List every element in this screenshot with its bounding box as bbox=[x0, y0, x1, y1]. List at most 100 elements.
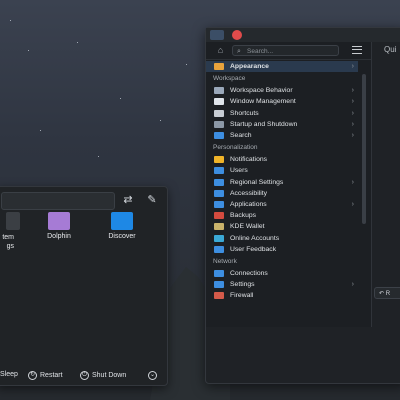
sidebar-item-label: Shortcuts bbox=[230, 109, 259, 117]
sidebar-item-applications[interactable]: Applications › bbox=[206, 199, 358, 210]
sidebar-item-label: Applications bbox=[230, 201, 267, 208]
sidebar-item-label: Users bbox=[230, 167, 248, 175]
star bbox=[28, 50, 29, 51]
sidebar-item-label: Regional Settings bbox=[230, 178, 284, 186]
chevron-right-icon: › bbox=[351, 132, 354, 139]
sidebar-item-users[interactable]: Users bbox=[206, 165, 358, 176]
sidebar-item-connections[interactable]: Connections bbox=[206, 268, 358, 279]
chevron-right-icon: › bbox=[351, 201, 354, 208]
more-power-options-button[interactable]: ⌄ bbox=[148, 371, 157, 380]
restart-button[interactable]: ↻ Restart bbox=[28, 371, 63, 380]
workspace-behavior-icon bbox=[214, 87, 224, 95]
star bbox=[10, 20, 11, 21]
titlebar bbox=[206, 28, 400, 43]
sidebar-item-workspace-behavior[interactable]: Workspace Behavior › bbox=[206, 85, 358, 96]
sidebar-item-user-feedback[interactable]: User Feedback bbox=[206, 244, 358, 255]
sidebar-item-label: Startup and Shutdown bbox=[230, 120, 298, 128]
sidebar-item-label: Accessibility bbox=[230, 189, 268, 197]
sidebar-item-firewall[interactable]: Firewall bbox=[206, 290, 358, 301]
shopping-bag-icon bbox=[111, 212, 133, 230]
scrollbar[interactable] bbox=[362, 74, 366, 224]
search-icon: ⌕ bbox=[237, 48, 241, 55]
section-heading: Network bbox=[213, 258, 237, 265]
connections-icon bbox=[214, 270, 224, 277]
sidebar-item-backups[interactable]: Backups bbox=[206, 210, 358, 221]
sidebar-item-regional-settings[interactable]: Regional Settings › bbox=[206, 177, 358, 188]
sidebar-item-label: KDE Wallet bbox=[230, 223, 265, 231]
system-settings-window: ⌂ ⌕ Search... Appearance › Workspace Worksp… bbox=[205, 27, 400, 384]
backups-icon bbox=[214, 212, 224, 220]
sidebar-item-label: Window Management bbox=[230, 98, 296, 106]
online-accounts-icon bbox=[214, 234, 224, 242]
notifications-icon bbox=[214, 156, 224, 164]
sidebar-item-label: Settings bbox=[230, 281, 255, 289]
shutdown-label: Shut Down bbox=[92, 372, 127, 379]
sidebar-item-label: Appearance bbox=[230, 63, 269, 70]
settings-app-icon bbox=[6, 212, 20, 230]
shutdown-button[interactable]: ⏻ Shut Down bbox=[80, 371, 126, 380]
sidebar-item-kde-wallet[interactable]: KDE Wallet bbox=[206, 221, 358, 232]
sleep-label: Sleep bbox=[0, 371, 18, 378]
sidebar-item-settings[interactable]: Settings › bbox=[206, 279, 358, 290]
startup-and-shutdown-icon bbox=[214, 120, 224, 128]
chevron-right-icon: › bbox=[351, 109, 354, 117]
appearance-icon bbox=[214, 63, 224, 70]
kde-wallet-icon bbox=[214, 223, 224, 231]
chevron-right-icon: › bbox=[351, 87, 354, 95]
chevron-down-icon: ⌄ bbox=[148, 371, 157, 380]
sidebar-item-online-accounts[interactable]: Online Accounts bbox=[206, 233, 358, 244]
home-icon[interactable]: ⌂ bbox=[215, 45, 226, 56]
users-icon bbox=[214, 167, 224, 175]
app-discover[interactable]: Discover bbox=[92, 212, 152, 240]
pin-icon[interactable]: ✎ bbox=[145, 193, 159, 207]
search-icon bbox=[214, 132, 224, 139]
app-icon bbox=[232, 30, 242, 40]
sidebar-item-startup-and-shutdown[interactable]: Startup and Shutdown › bbox=[206, 119, 358, 130]
reset-label: R bbox=[385, 291, 391, 297]
sidebar-header: ⌂ ⌕ Search... bbox=[206, 42, 371, 60]
star bbox=[120, 98, 121, 99]
power-icon: ⏻ bbox=[80, 371, 89, 380]
sidebar-toggle-icon[interactable] bbox=[210, 30, 224, 40]
sidebar-item-search[interactable]: Search › bbox=[206, 130, 358, 141]
sidebar: ⌂ ⌕ Search... Appearance › Workspace Worksp… bbox=[206, 42, 372, 327]
applications-icon bbox=[214, 201, 224, 208]
star bbox=[77, 42, 78, 43]
sidebar-item-label: Connections bbox=[230, 270, 268, 277]
configure-icon[interactable]: ⇄ bbox=[121, 193, 135, 207]
launcher-search-input[interactable] bbox=[1, 192, 115, 210]
chevron-right-icon: › bbox=[351, 98, 354, 106]
content-pane bbox=[372, 42, 400, 383]
section-heading: Personalization bbox=[213, 144, 258, 152]
settings-icon bbox=[214, 281, 224, 289]
sidebar-item-label: Backups bbox=[230, 212, 257, 220]
sidebar-item-label: User Feedback bbox=[230, 245, 277, 253]
hamburger-menu-icon[interactable] bbox=[352, 46, 362, 54]
sidebar-item-window-management[interactable]: Window Management › bbox=[206, 96, 358, 107]
sidebar-item-accessibility[interactable]: Accessibility bbox=[206, 188, 358, 199]
sidebar-item-notifications[interactable]: Notifications bbox=[206, 154, 358, 165]
sidebar-item-label: Online Accounts bbox=[230, 234, 280, 242]
sleep-button[interactable]: Sleep bbox=[0, 371, 18, 378]
chevron-right-icon: › bbox=[351, 63, 354, 70]
search-placeholder: Search... bbox=[247, 48, 274, 55]
sidebar-item-shortcuts[interactable]: Shortcuts › bbox=[206, 108, 358, 119]
user-feedback-icon bbox=[214, 245, 224, 253]
shortcuts-icon bbox=[214, 109, 224, 117]
search-input[interactable]: ⌕ Search... bbox=[232, 45, 339, 56]
restart-icon: ↻ bbox=[28, 371, 37, 380]
folder-icon bbox=[48, 212, 70, 230]
firewall-icon bbox=[214, 292, 224, 300]
sidebar-item-label: Notifications bbox=[230, 156, 268, 164]
sidebar-item-appearance[interactable]: Appearance › bbox=[206, 61, 358, 72]
reset-button[interactable]: ↶ R bbox=[374, 287, 400, 299]
star bbox=[40, 130, 41, 131]
chevron-right-icon: › bbox=[351, 120, 354, 128]
sidebar-item-label: Search bbox=[230, 132, 252, 139]
chevron-right-icon: › bbox=[351, 281, 354, 289]
section-heading: Workspace bbox=[213, 75, 246, 83]
accessibility-icon bbox=[214, 189, 224, 197]
app-label: Discover bbox=[108, 233, 136, 240]
app-label: Dolphin bbox=[47, 233, 71, 240]
app-dolphin[interactable]: Dolphin bbox=[29, 212, 89, 240]
